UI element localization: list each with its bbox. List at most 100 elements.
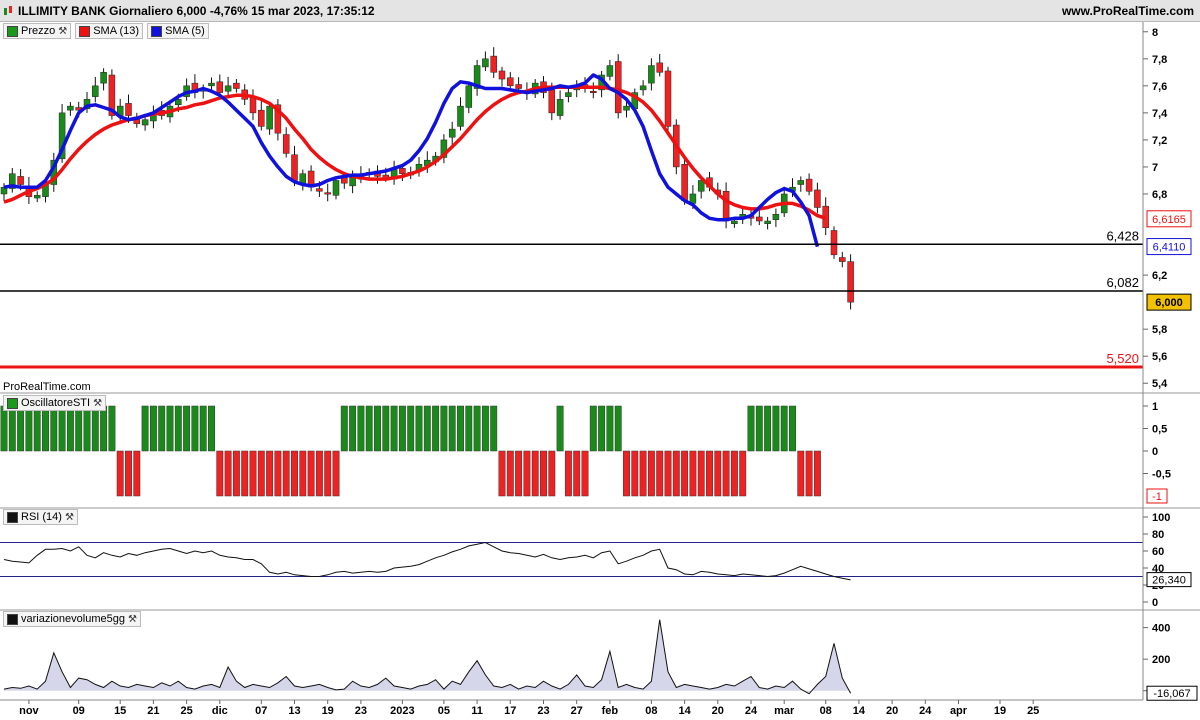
- y-tick-label: 5,4: [1152, 378, 1168, 390]
- candle: [548, 89, 556, 114]
- osc-bar: [149, 405, 157, 452]
- legend-price-label: Prezzo: [21, 25, 56, 37]
- osc-bar: [664, 450, 672, 497]
- legend-rsi[interactable]: RSI (14) ⚒: [3, 509, 78, 525]
- rsi-legend: RSI (14) ⚒: [3, 509, 78, 525]
- legend-osc[interactable]: OscillatoreSTI ⚒: [3, 395, 107, 411]
- candle: [623, 105, 630, 111]
- vol-legend: variazionevolume5gg ⚒: [3, 611, 141, 627]
- y-tick-label: 0: [1152, 597, 1158, 609]
- osc-bar: [125, 450, 132, 497]
- osc-bar: [241, 450, 249, 497]
- osc-bar: [581, 450, 589, 497]
- legend-sma13[interactable]: SMA (13): [75, 23, 144, 39]
- volume-area: [4, 619, 851, 694]
- osc-bar: [8, 405, 16, 452]
- y-tick-label: 60: [1152, 546, 1164, 558]
- candle: [614, 61, 622, 114]
- candle: [565, 92, 572, 97]
- x-tick-label: 13: [288, 705, 300, 717]
- osc-swatch: [7, 397, 18, 409]
- osc-bar: [274, 450, 282, 497]
- osc-bar: [374, 405, 381, 452]
- osc-bar: [647, 450, 655, 497]
- candle: [399, 168, 406, 174]
- y-tick-label: 0: [1152, 446, 1158, 458]
- candle: [299, 173, 307, 184]
- osc-bar: [448, 405, 456, 452]
- legend-price[interactable]: Prezzo ⚒: [3, 23, 72, 39]
- y-tick-label: 100: [1152, 512, 1170, 524]
- candle: [208, 82, 215, 87]
- x-tick-label: 23: [355, 705, 367, 717]
- candle: [756, 216, 763, 222]
- candle: [814, 189, 821, 208]
- osc-bar: [141, 405, 149, 452]
- candle: [457, 105, 464, 127]
- x-tick-label: 24: [919, 705, 932, 717]
- oscillator-panel: [0, 405, 821, 497]
- osc-bar: [407, 405, 415, 452]
- osc-bar: [249, 450, 257, 497]
- candle: [175, 99, 182, 106]
- osc-bar: [714, 450, 722, 497]
- watermark: ProRealTime.com: [3, 381, 91, 393]
- osc-bar: [457, 405, 464, 452]
- osc-bar: [722, 450, 730, 497]
- legend-rsi-label: RSI (14): [21, 511, 62, 523]
- price-badge-label: 6,6165: [1152, 214, 1186, 226]
- candle: [681, 163, 688, 201]
- y-tick-label: 5,6: [1152, 351, 1167, 363]
- legend-sma5[interactable]: SMA (5): [147, 23, 209, 39]
- x-tick-label: 17: [504, 705, 516, 717]
- candle: [324, 192, 331, 195]
- osc-bar: [332, 450, 340, 497]
- osc-bar: [91, 405, 99, 452]
- wrench-icon[interactable]: ⚒: [93, 398, 102, 409]
- candle: [92, 85, 99, 97]
- x-tick-label: 25: [1027, 705, 1039, 717]
- osc-bar: [730, 450, 738, 497]
- osc-bar: [764, 405, 772, 452]
- vol-swatch: [7, 613, 18, 625]
- osc-bar: [174, 405, 182, 452]
- osc-bar: [556, 405, 564, 452]
- x-tick-label: 15: [114, 705, 126, 717]
- wrench-icon[interactable]: ⚒: [128, 614, 137, 625]
- volume-panel: [3, 619, 852, 695]
- candle: [349, 177, 356, 187]
- candle: [482, 58, 489, 68]
- osc-bar: [116, 450, 124, 497]
- wrench-icon[interactable]: ⚒: [58, 26, 67, 37]
- x-axis: nov 09 15 21 25 dic 07 13 19 23 2023 05 11 17 23 27 feb 0…: [19, 700, 1039, 717]
- osc-bar: [66, 405, 74, 452]
- legend-vol[interactable]: variazionevolume5gg ⚒: [3, 611, 141, 627]
- osc-badge-label: -1: [1152, 491, 1162, 503]
- x-tick-label: 19: [994, 705, 1006, 717]
- level-label: 6,082: [1106, 275, 1139, 290]
- candle: [233, 82, 240, 89]
- x-tick-label: 08: [645, 705, 657, 717]
- wrench-icon[interactable]: ⚒: [65, 512, 74, 523]
- osc-bar: [689, 450, 697, 497]
- osc-bar: [307, 450, 315, 497]
- x-tick-label: 05: [438, 705, 450, 717]
- y-tick-label: -0,5: [1152, 469, 1171, 481]
- osc-bar: [440, 405, 448, 452]
- site-link[interactable]: www.ProRealTime.com: [1062, 4, 1194, 18]
- candle: [764, 220, 771, 224]
- osc-bar: [697, 450, 705, 497]
- osc-bar: [365, 405, 373, 452]
- osc-bar: [324, 450, 332, 497]
- osc-bar: [755, 405, 763, 452]
- candle: [664, 70, 672, 127]
- rsi-badge-label: 26,340: [1152, 575, 1186, 587]
- rsi-swatch: [7, 511, 18, 523]
- osc-bar: [340, 405, 348, 452]
- osc-bar: [540, 450, 547, 497]
- x-tick-label: 11: [471, 705, 483, 717]
- osc-bar: [133, 450, 141, 497]
- y-tick-label: 400: [1152, 623, 1170, 635]
- osc-bar: [382, 405, 390, 452]
- osc-bar: [506, 450, 514, 497]
